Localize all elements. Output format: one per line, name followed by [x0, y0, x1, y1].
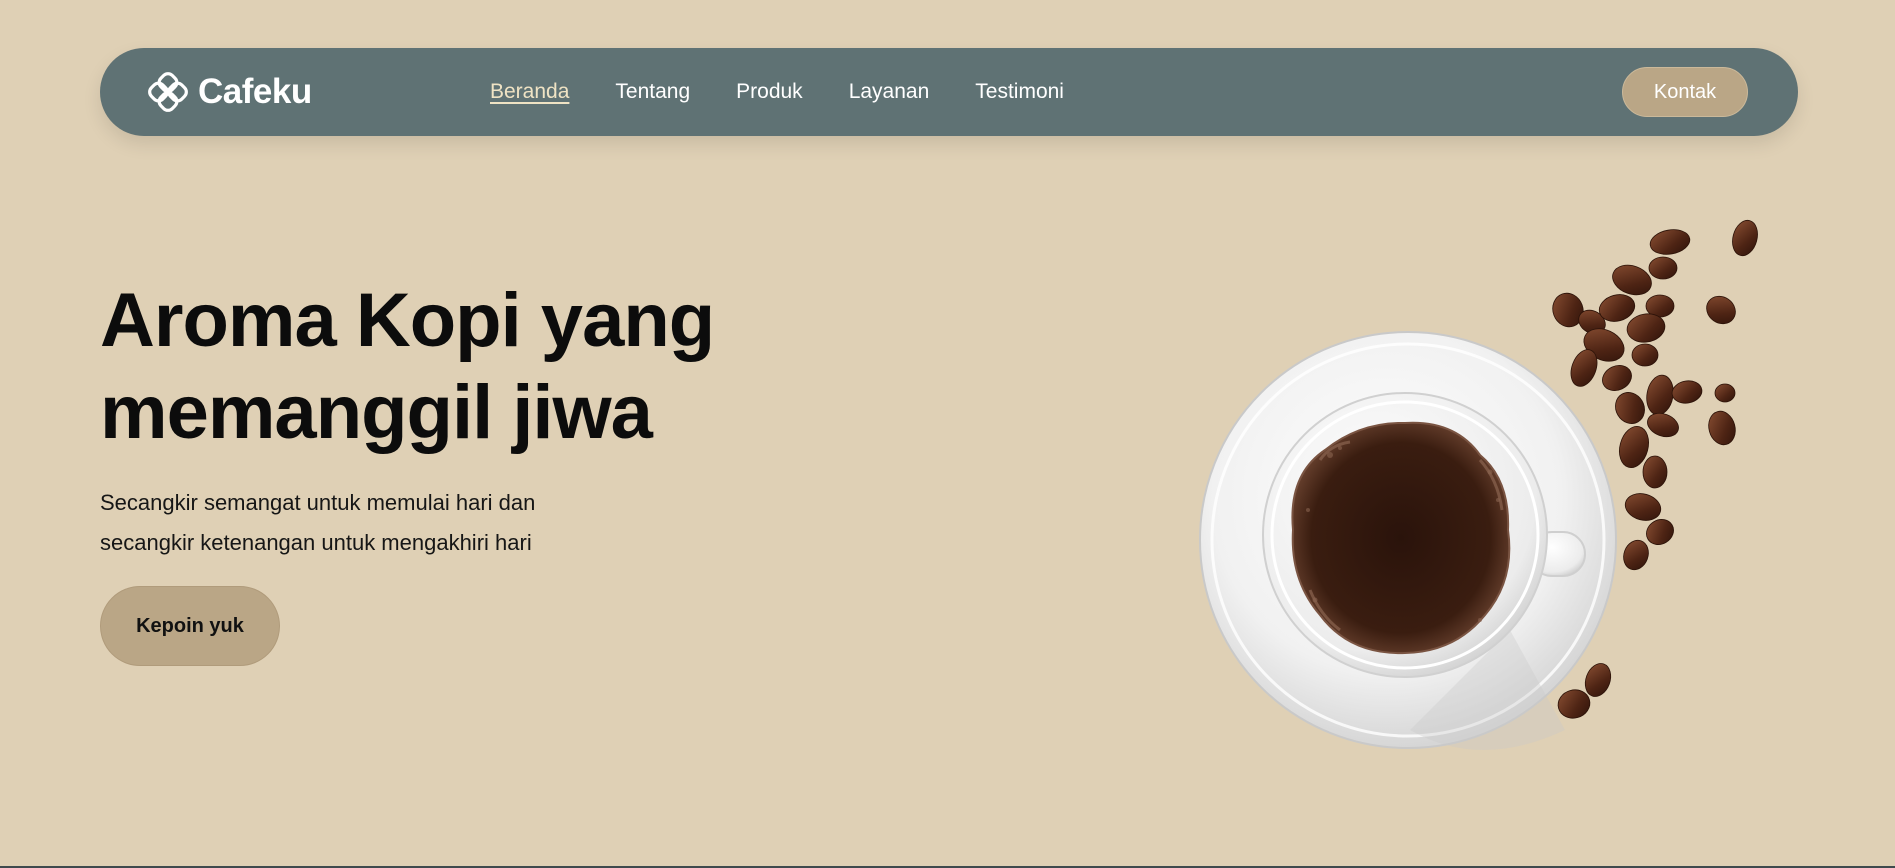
nav-links: Beranda Tentang Produk Layanan Testimoni — [490, 48, 1064, 136]
nav-link-testimoni[interactable]: Testimoni — [975, 80, 1064, 104]
hero-subtitle: Secangkir semangat untuk memulai hari da… — [100, 483, 660, 563]
hero-title: Aroma Kopi yang memanggil jiwa — [100, 275, 800, 459]
brand-logo[interactable]: Cafeku — [148, 48, 312, 136]
coffee-surface — [1291, 421, 1511, 655]
nav-link-tentang[interactable]: Tentang — [615, 80, 690, 104]
cta-button[interactable]: Kepoin yuk — [100, 586, 280, 666]
nav-link-layanan[interactable]: Layanan — [849, 80, 930, 104]
nav-link-produk[interactable]: Produk — [736, 80, 803, 104]
nav-link-beranda[interactable]: Beranda — [490, 80, 569, 104]
navbar: Cafeku Beranda Tentang Produk Layanan Te… — [100, 48, 1798, 136]
contact-button[interactable]: Kontak — [1622, 67, 1748, 117]
hero-subtitle-line: secangkir ketenangan untuk mengakhiri ha… — [100, 530, 532, 555]
flower-knot-icon — [148, 72, 188, 112]
coffee-cup-with-beans-illustration — [1199, 219, 1758, 750]
hero-subtitle-line: Secangkir semangat untuk memulai hari da… — [100, 490, 536, 515]
hero-title-line: memanggil jiwa — [100, 370, 653, 455]
hero-title-line: Aroma Kopi yang — [100, 278, 715, 363]
brand-name: Cafeku — [198, 72, 312, 111]
